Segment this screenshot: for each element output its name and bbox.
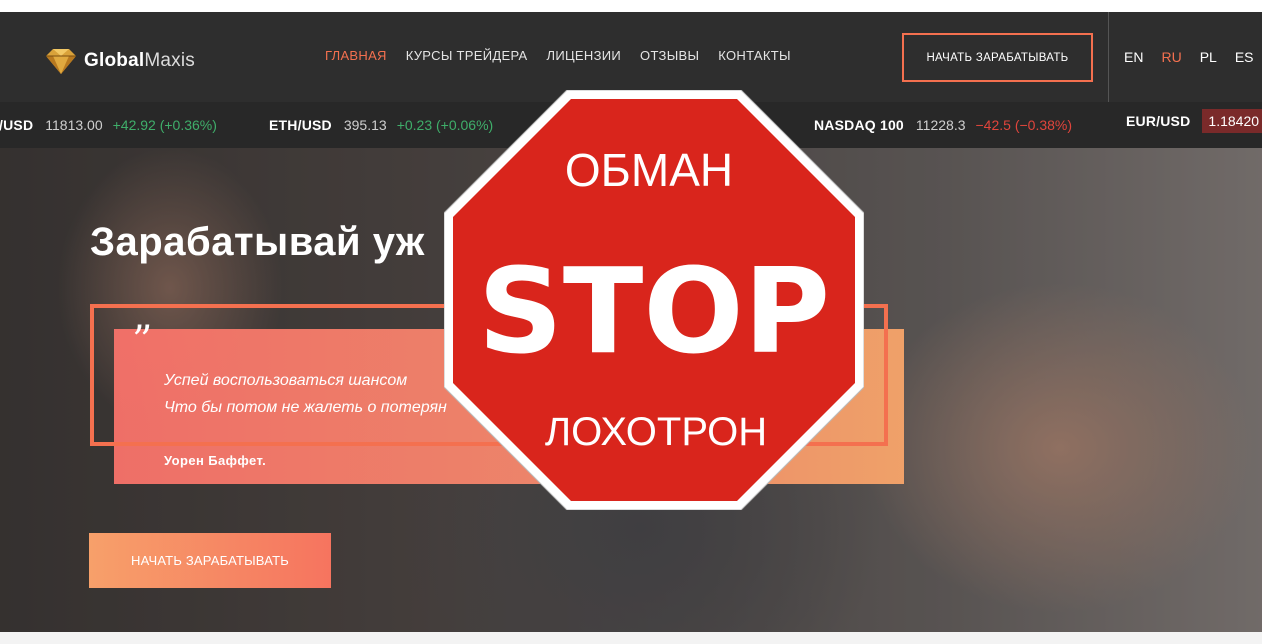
logo[interactable]: GlobalMaxis [40,46,195,76]
main-nav: ГЛАВНАЯ КУРСЫ ТРЕЙДЕРА ЛИЦЕНЗИИ ОТЗЫВЫ К… [325,48,810,63]
diamond-icon [46,49,76,74]
header-divider [1108,12,1109,102]
quote-text-line-1: Успей воспользоваться шансом [164,372,408,389]
top-strip [0,0,1262,12]
start-earning-header-button[interactable]: НАЧАТЬ ЗАРАБАТЫВАТЬ [902,33,1093,82]
language-switcher: EN RU PL ES [1124,49,1262,65]
ticker-price: 11228.3 [915,117,966,133]
ticker-price: 395.13 [343,117,387,133]
ticker-change: +42.92 (+0.36%) [112,117,217,133]
page: GlobalMaxis ГЛАВНАЯ КУРСЫ ТРЕЙДЕРА ЛИЦЕН… [0,0,1262,644]
logo-text: GlobalMaxis [84,50,195,71]
stop-sign-main-text: STOP [478,242,830,380]
ticker-change: −42.5 (−0.38%) [975,117,1073,133]
site-header: GlobalMaxis ГЛАВНАЯ КУРСЫ ТРЕЙДЕРА ЛИЦЕН… [0,12,1262,102]
start-earning-hero-button[interactable]: НАЧАТЬ ЗАРАБАТЫВАТЬ [89,533,331,588]
ticker-symbol: /USD [0,117,34,133]
quote-text-line-2: Что бы потом не жалеть о потерян [164,399,447,416]
ticker-symbol: ETH/USD [269,117,332,133]
nav-item-contacts[interactable]: КОНТАКТЫ [718,48,791,63]
hero-title: Зарабатывай уж [90,220,425,264]
ticker-price: 11813.00 [45,117,103,133]
ticker-item: EUR/USD 1.18420 [1126,109,1262,133]
ticker-item: /USD 11813.00 +42.92 (+0.36%) [0,117,217,133]
quote-mark: ” [132,318,153,364]
stop-sign-bottom-text: ЛОХОТРОН [545,410,767,454]
nav-item-courses[interactable]: КУРСЫ ТРЕЙДЕРА [406,48,528,63]
stop-sign: ОБМАН STOP ЛОХОТРОН [444,90,864,510]
bottom-strip [0,632,1262,644]
lang-es[interactable]: ES [1235,49,1254,65]
ticker-price: 1.18420 [1202,109,1262,133]
stop-sign-top-text: ОБМАН [565,144,733,196]
lang-pl[interactable]: PL [1200,49,1217,65]
lang-ru[interactable]: RU [1161,49,1181,65]
quote-author: Уорен Баффет. [164,453,267,468]
lang-en[interactable]: EN [1124,49,1143,65]
nav-item-home[interactable]: ГЛАВНАЯ [325,48,387,63]
ticker-symbol: EUR/USD [1126,113,1191,129]
nav-item-reviews[interactable]: ОТЗЫВЫ [640,48,699,63]
nav-item-licenses[interactable]: ЛИЦЕНЗИИ [547,48,622,63]
